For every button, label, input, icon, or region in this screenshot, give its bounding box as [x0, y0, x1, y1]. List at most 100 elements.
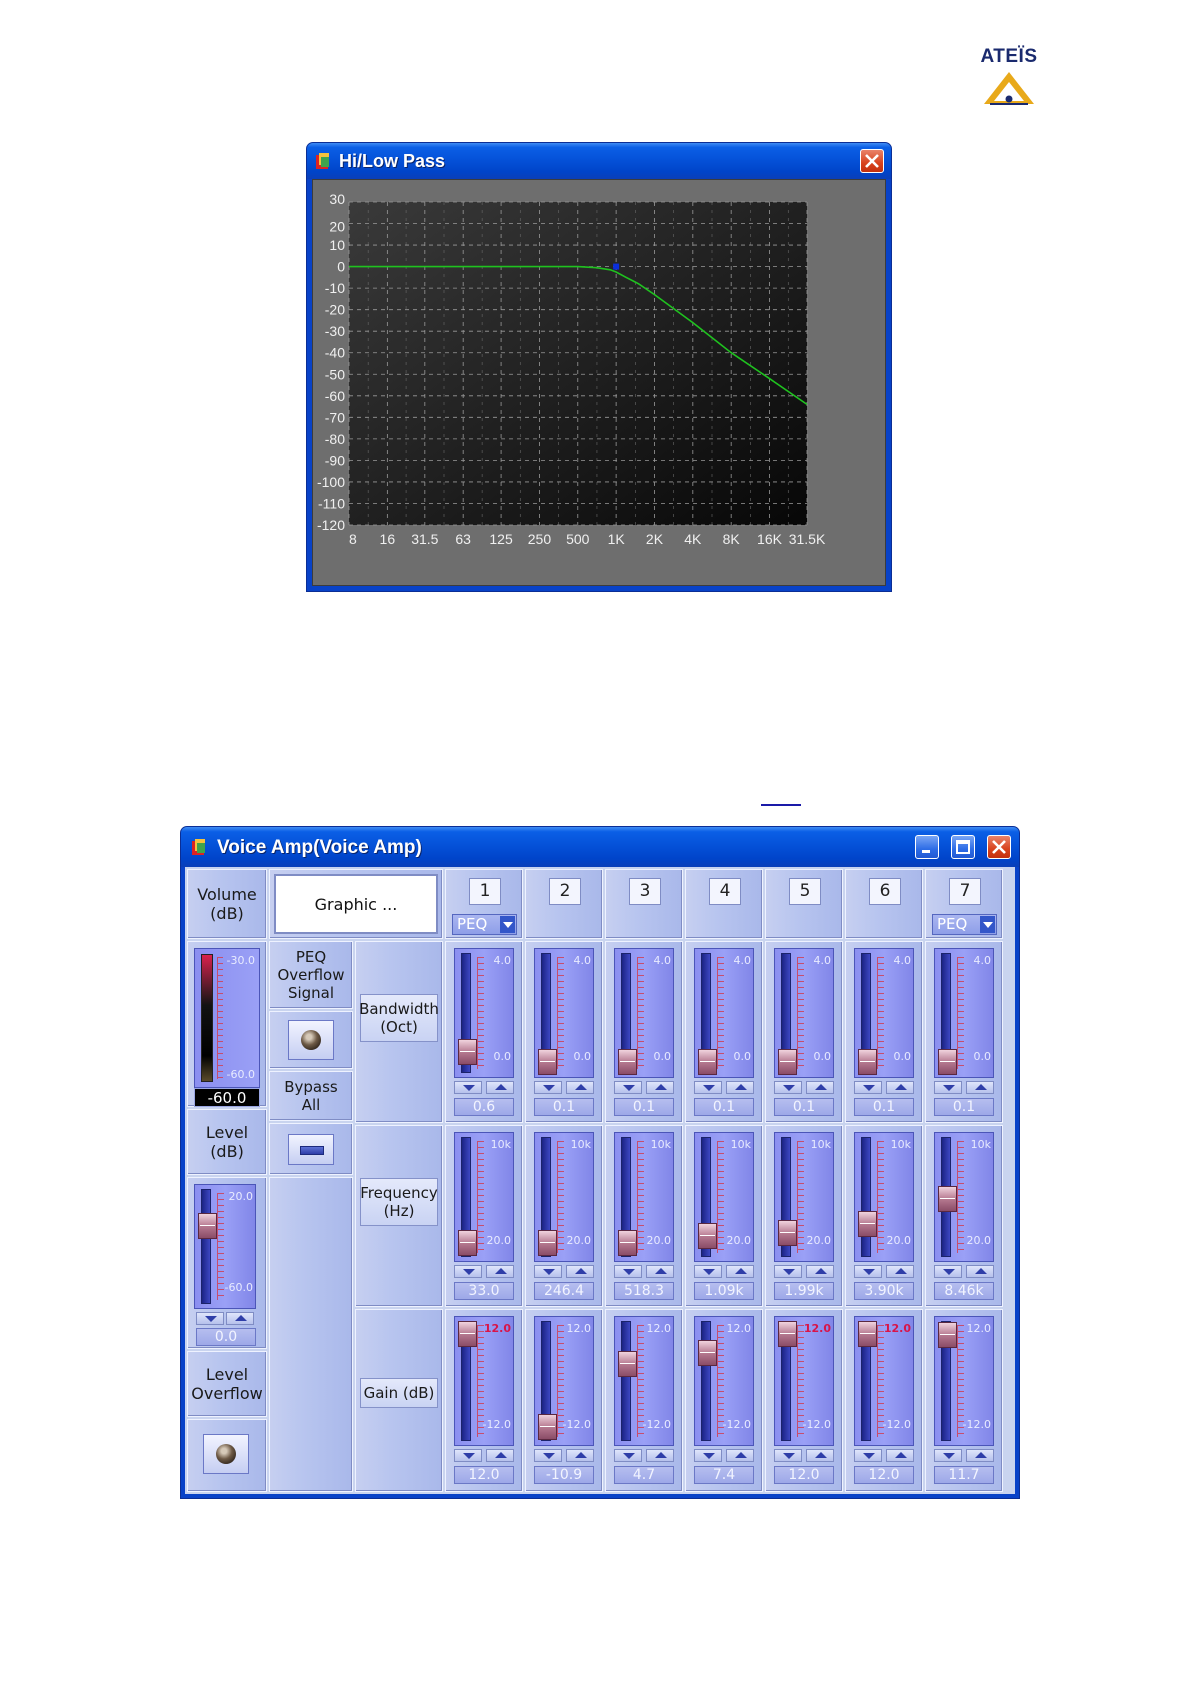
decrement-button[interactable] — [774, 1265, 802, 1278]
increment-button[interactable] — [886, 1449, 914, 1462]
increment-button[interactable] — [726, 1081, 754, 1094]
fader-knob[interactable] — [858, 1321, 877, 1347]
fader-knob[interactable] — [458, 1321, 477, 1347]
fader-knob[interactable] — [698, 1049, 717, 1076]
decrement-button[interactable] — [614, 1265, 642, 1278]
increment-button[interactable] — [486, 1081, 514, 1094]
fader-knob[interactable] — [938, 1049, 957, 1076]
band-5-freq-fader[interactable]: 10k 20.0 — [774, 1132, 834, 1262]
increment-button[interactable] — [806, 1265, 834, 1278]
band-3-freq-fader[interactable]: 10k 20.0 — [614, 1132, 674, 1262]
band-4-gain-fader[interactable]: 12.0 -12.0 — [694, 1316, 754, 1446]
increment-button[interactable] — [646, 1449, 674, 1462]
band-7-freq-fader[interactable]: 10k 20.0 — [934, 1132, 994, 1262]
fader-knob[interactable] — [538, 1414, 557, 1441]
decrement-button[interactable] — [934, 1081, 962, 1094]
increment-button[interactable] — [646, 1081, 674, 1094]
decrement-button[interactable] — [694, 1449, 722, 1462]
level-increment-button[interactable] — [226, 1312, 254, 1325]
increment-button[interactable] — [886, 1081, 914, 1094]
fader-knob[interactable] — [618, 1351, 637, 1378]
band-2-bw-fader[interactable]: 4.0 0.0 — [534, 948, 594, 1078]
fader-knob[interactable] — [938, 1186, 957, 1212]
increment-button[interactable] — [966, 1265, 994, 1278]
decrement-button[interactable] — [774, 1449, 802, 1462]
increment-button[interactable] — [966, 1449, 994, 1462]
band-5-bw-fader[interactable]: 4.0 0.0 — [774, 948, 834, 1078]
band-4-bw-fader[interactable]: 4.0 0.0 — [694, 948, 754, 1078]
decrement-button[interactable] — [934, 1449, 962, 1462]
level-fader[interactable]: 20.0 -60.0 — [194, 1184, 256, 1309]
band-1-gain-fader[interactable]: 12.0 -12.0 — [454, 1316, 514, 1446]
decrement-button[interactable] — [614, 1449, 642, 1462]
fader-knob[interactable] — [538, 1049, 557, 1076]
increment-button[interactable] — [566, 1449, 594, 1462]
band-3-gain-fader[interactable]: 12.0 -12.0 — [614, 1316, 674, 1446]
fader-knob[interactable] — [778, 1220, 797, 1247]
fader-knob[interactable] — [618, 1049, 637, 1076]
fader-knob[interactable] — [618, 1230, 637, 1257]
decrement-button[interactable] — [854, 1449, 882, 1462]
decrement-button[interactable] — [854, 1265, 882, 1278]
fader-knob[interactable] — [858, 1210, 877, 1237]
decrement-button[interactable] — [454, 1265, 482, 1278]
band-4-freq-fader[interactable]: 10k 20.0 — [694, 1132, 754, 1262]
minimize-button[interactable] — [915, 835, 939, 859]
fader-knob[interactable] — [458, 1230, 477, 1257]
increment-button[interactable] — [726, 1449, 754, 1462]
decrement-button[interactable] — [614, 1081, 642, 1094]
increment-button[interactable] — [806, 1081, 834, 1094]
band-6-freq-fader[interactable]: 10k 20.0 — [854, 1132, 914, 1262]
increment-button[interactable] — [726, 1265, 754, 1278]
band-2-gain-fader[interactable]: 12.0 -12.0 — [534, 1316, 594, 1446]
increment-button[interactable] — [646, 1265, 674, 1278]
band-type-select[interactable]: PEQ — [452, 914, 517, 935]
band-1-bw-fader[interactable]: 4.0 0.0 — [454, 948, 514, 1078]
band-6-bw-fader[interactable]: 4.0 0.0 — [854, 948, 914, 1078]
fader-knob[interactable] — [698, 1223, 717, 1250]
band-6-gain-fader[interactable]: 12.0 -12.0 — [854, 1316, 914, 1446]
decrement-button[interactable] — [694, 1265, 722, 1278]
increment-button[interactable] — [566, 1265, 594, 1278]
decrement-button[interactable] — [534, 1265, 562, 1278]
increment-button[interactable] — [486, 1265, 514, 1278]
fader-knob[interactable] — [858, 1049, 877, 1076]
band-1-freq-fader[interactable]: 10k 20.0 — [454, 1132, 514, 1262]
fader-knob[interactable] — [538, 1230, 557, 1257]
decrement-button[interactable] — [534, 1449, 562, 1462]
graphic-button[interactable]: Graphic ... — [274, 874, 438, 934]
decrement-button[interactable] — [774, 1081, 802, 1094]
decrement-button[interactable] — [934, 1265, 962, 1278]
decrement-button[interactable] — [854, 1081, 882, 1094]
increment-button[interactable] — [966, 1081, 994, 1094]
band-7-gain-fader[interactable]: 12.0 -12.0 — [934, 1316, 994, 1446]
voice-titlebar[interactable]: Voice Amp(Voice Amp) — [181, 827, 1019, 867]
band-2-freq-fader[interactable]: 10k 20.0 — [534, 1132, 594, 1262]
fader-min-label: -12.0 — [882, 1418, 911, 1431]
band-type-select[interactable]: PEQ — [932, 914, 997, 935]
band-7-bw-fader[interactable]: 4.0 0.0 — [934, 948, 994, 1078]
fader-knob[interactable] — [698, 1339, 717, 1366]
fader-knob[interactable] — [938, 1321, 957, 1348]
decrement-button[interactable] — [534, 1081, 562, 1094]
fader-knob[interactable] — [778, 1321, 797, 1347]
band-3-bw-fader[interactable]: 4.0 0.0 — [614, 948, 674, 1078]
decrement-button[interactable] — [694, 1081, 722, 1094]
decrement-button[interactable] — [454, 1449, 482, 1462]
maximize-button[interactable] — [951, 835, 975, 859]
increment-button[interactable] — [566, 1081, 594, 1094]
increment-button[interactable] — [886, 1265, 914, 1278]
increment-button[interactable] — [806, 1449, 834, 1462]
band-5-gain-fader[interactable]: 12.0 -12.0 — [774, 1316, 834, 1446]
decrement-button[interactable] — [454, 1081, 482, 1094]
fader-knob[interactable] — [458, 1039, 477, 1066]
hilow-titlebar[interactable]: Hi/Low Pass — [307, 143, 891, 179]
band-2-gain-cell: 12.0 -12.0 -10.9 — [525, 1309, 603, 1492]
level-decrement-button[interactable] — [196, 1312, 224, 1325]
fader-knob[interactable] — [778, 1049, 797, 1076]
level-fader-knob[interactable] — [198, 1212, 217, 1239]
voice-close-button[interactable] — [987, 835, 1011, 859]
bypass-all-button[interactable] — [288, 1134, 334, 1165]
hilow-close-button[interactable] — [860, 149, 884, 173]
increment-button[interactable] — [486, 1449, 514, 1462]
